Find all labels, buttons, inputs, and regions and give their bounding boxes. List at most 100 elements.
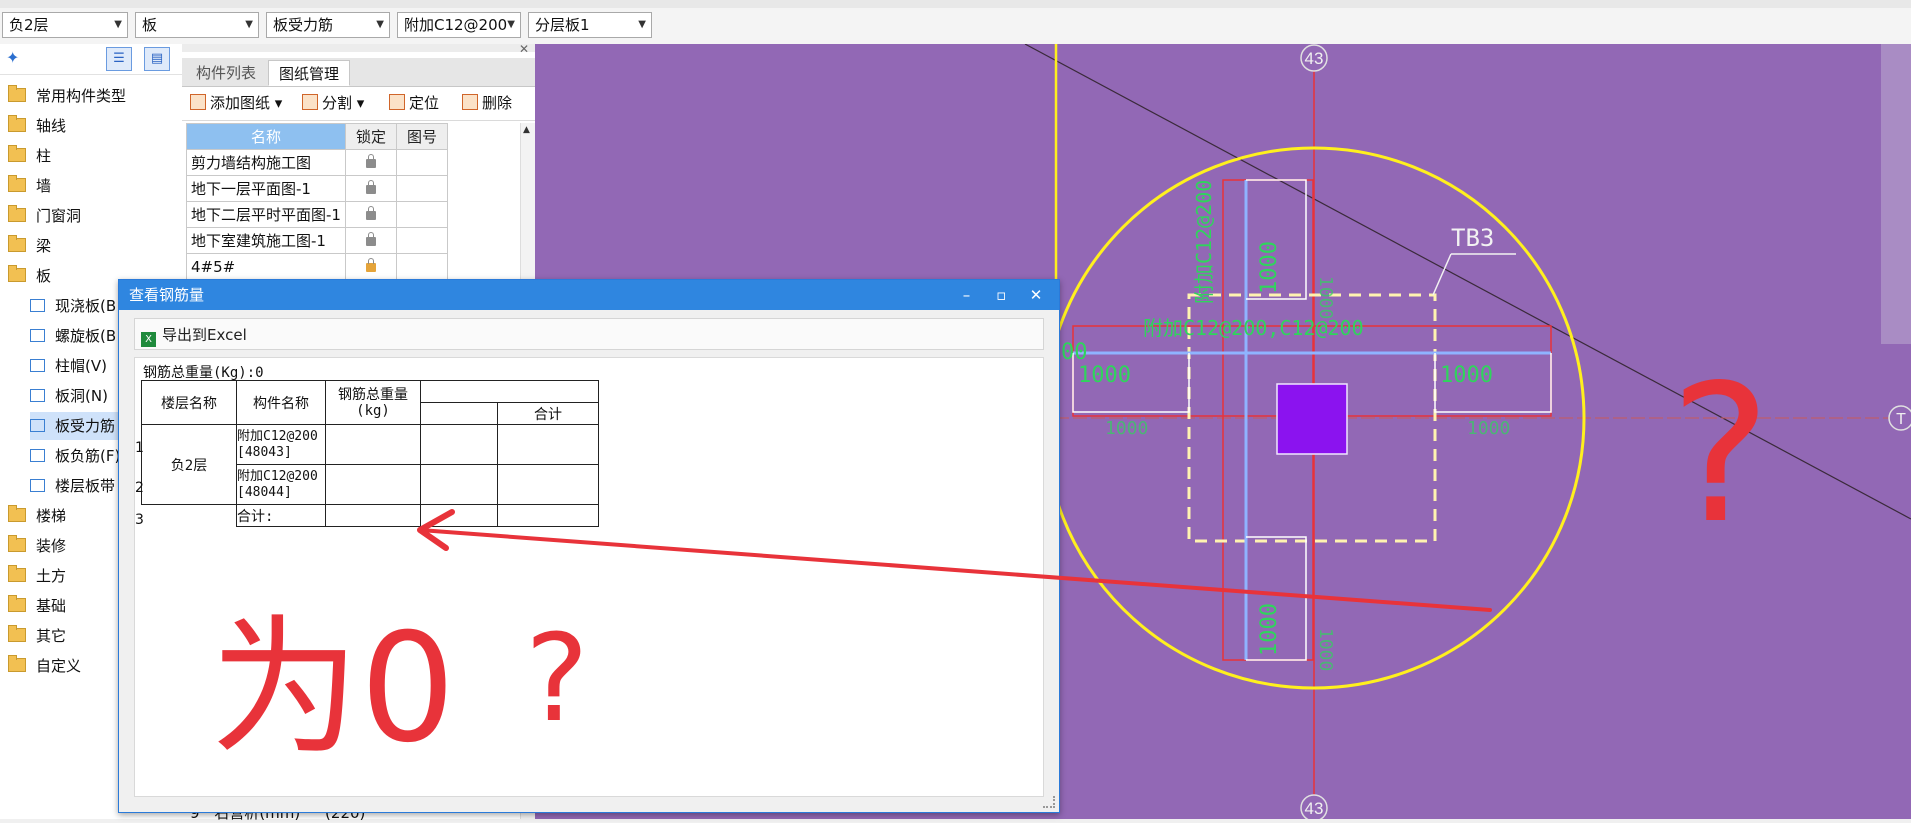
detail-view-icon[interactable]: ▤ [144,47,170,71]
folder-icon [8,505,26,522]
delete-button[interactable]: 删除 [462,92,512,114]
tree-item-slab-hole[interactable]: 板洞(N) [30,382,108,410]
tree-item-slab[interactable]: 板 [8,262,51,290]
export-excel-button[interactable]: X 导出到Excel [141,324,247,347]
tree-item-spiral-slab[interactable]: 螺旋板(B [30,322,116,350]
folder-icon [8,145,26,162]
table-row[interactable]: 地下室建筑施工图-1 [186,227,448,254]
tree-item-common[interactable]: 常用构件类型 [8,82,126,110]
dialog-title-bar[interactable]: 查看钢筋量 – ▫ ✕ [119,280,1059,310]
add-drawing-button[interactable]: 添加图纸 ▾ [190,92,282,114]
cell-floor: 负2层 [141,424,237,505]
dimension-bottom: 1000 [1257,603,1282,656]
drawing-toolbar: 添加图纸 ▾ 分割 ▾ 定位 删除 [182,86,535,121]
close-icon[interactable]: ✕ [1021,280,1051,310]
axis-label-right: T [1896,411,1906,428]
table-row[interactable]: 4#5# [186,253,448,280]
table-row[interactable]: 剪力墙结构施工图 [186,149,448,176]
column-header-name[interactable]: 名称 [186,123,346,150]
axis-label-bottom: 43 [1305,799,1324,818]
dialog-title: 查看钢筋量 [129,286,205,304]
folder-icon [8,205,26,222]
list-view-icon[interactable]: ☰ [106,47,132,71]
diagonal-reference-line [1024,44,1911,520]
table-row[interactable]: 地下一层平面图-1 [186,175,448,202]
rebar-table: 楼层名称 构件名称 钢筋总重量 (kg) 合计 负2层 附加C12@200 [48… [141,380,599,527]
view-rebar-dialog: 查看钢筋量 – ▫ ✕ X 导出到Excel 钢筋总重量(Kg):0 楼层名称 构… [118,279,1060,813]
cell-element-1: 附加C12@200 [48043] [236,424,326,465]
subcategory-select[interactable]: 板受力筋 ▼ [266,12,390,38]
slab-band-icon [30,479,45,492]
row-number: 3 [135,512,144,528]
tree-item-negative-rebar[interactable]: 板负筋(F) [30,442,120,470]
layer-select[interactable]: 分层板1 ▼ [528,12,652,38]
column-header-lock[interactable]: 锁定 [344,123,397,150]
tree-item-opening[interactable]: 门窗洞 [8,202,81,230]
tab-drawing-management[interactable]: 图纸管理 [268,60,351,86]
split-button[interactable]: 分割 ▾ [302,92,364,114]
element-select[interactable]: 附加C12@200 ▼ [397,12,521,38]
dimension-left-2: 1000 [1105,418,1148,439]
header-floor: 楼层名称 [141,380,237,425]
locate-button[interactable]: 定位 [389,92,439,114]
tree-item-earthwork[interactable]: 土方 [8,562,66,590]
minimize-icon[interactable]: – [951,280,981,310]
cell-element-2: 附加C12@200 [48044] [236,464,326,505]
tree-item-column-cap[interactable]: 柱帽(V) [30,352,107,380]
lock-icon[interactable] [365,232,376,246]
locate-icon [389,94,405,110]
tree-item-beam[interactable]: 梁 [8,232,51,260]
tree-panel-header: ✦ ☰ ▤ [0,44,182,75]
negative-rebar-icon [30,449,45,462]
tree-item-axis[interactable]: 轴线 [8,112,66,140]
tree-item-custom[interactable]: 自定义 [8,652,81,680]
split-icon [302,94,318,110]
lock-icon[interactable] [365,180,376,194]
folder-icon [8,595,26,612]
tree-item-column[interactable]: 柱 [8,142,51,170]
rebar-annotation-vertical: 附加C12@200 [1192,180,1216,304]
cell-sum-label: 合计: [236,504,326,527]
tree-item-stairs[interactable]: 楼梯 [8,502,66,530]
unlock-icon[interactable] [365,258,376,272]
dimension-left: 1000 [1078,363,1131,388]
add-star-icon[interactable]: ✦ [6,48,19,67]
tree-item-wall[interactable]: 墙 [8,172,51,200]
maximize-icon[interactable]: ▫ [986,280,1016,310]
dimension-right: 1000 [1440,363,1493,388]
tree-item-slab-band[interactable]: 楼层板带 [30,472,115,500]
tree-item-cast-slab[interactable]: 现浇板(B [30,292,116,320]
folder-icon [8,115,26,132]
chevron-down-icon: ▼ [507,19,515,30]
lock-icon[interactable] [365,154,376,168]
drawing-table: 名称 锁定 图号 剪力墙结构施工图 地下一层平面图-1 地下二层平时平面图-1 … [186,123,530,280]
slab-hole-icon [30,389,45,402]
tab-component-list[interactable]: 构件列表 [186,60,266,86]
tree-item-other[interactable]: 其它 [8,622,66,650]
panel-tabs: 构件列表 图纸管理 [182,58,535,87]
lock-icon[interactable] [365,206,376,220]
tree-item-finishing[interactable]: 装修 [8,532,66,560]
table-row[interactable]: 地下二层平时平面图-1 [186,201,448,228]
add-drawing-icon [190,94,206,110]
floor-select[interactable]: 负2层 ▼ [2,12,128,38]
row-number: 2 [135,480,144,496]
scroll-up-icon[interactable]: ▲ [523,125,530,135]
header-element: 构件名称 [236,380,326,425]
chevron-down-icon: ▼ [638,19,646,30]
excel-icon: X [141,332,156,347]
dialog-toolbar: X 导出到Excel [134,318,1044,350]
close-icon[interactable]: ✕ [519,42,529,56]
folder-icon [8,235,26,252]
total-weight-label: 钢筋总重量(Kg):0 [143,365,264,381]
rebar-report: 钢筋总重量(Kg):0 楼层名称 构件名称 钢筋总重量 (kg) 合计 负2层 [134,357,1044,797]
spiral-icon [30,329,45,342]
folder-icon [8,175,26,192]
column-header-number[interactable]: 图号 [395,123,448,150]
column-block[interactable] [1276,383,1348,455]
category-select[interactable]: 板 ▼ [135,12,259,38]
tree-item-foundation[interactable]: 基础 [8,592,66,620]
resize-grip-icon[interactable] [1043,796,1055,808]
folder-icon [8,265,26,282]
chevron-down-icon: ▼ [245,19,253,30]
